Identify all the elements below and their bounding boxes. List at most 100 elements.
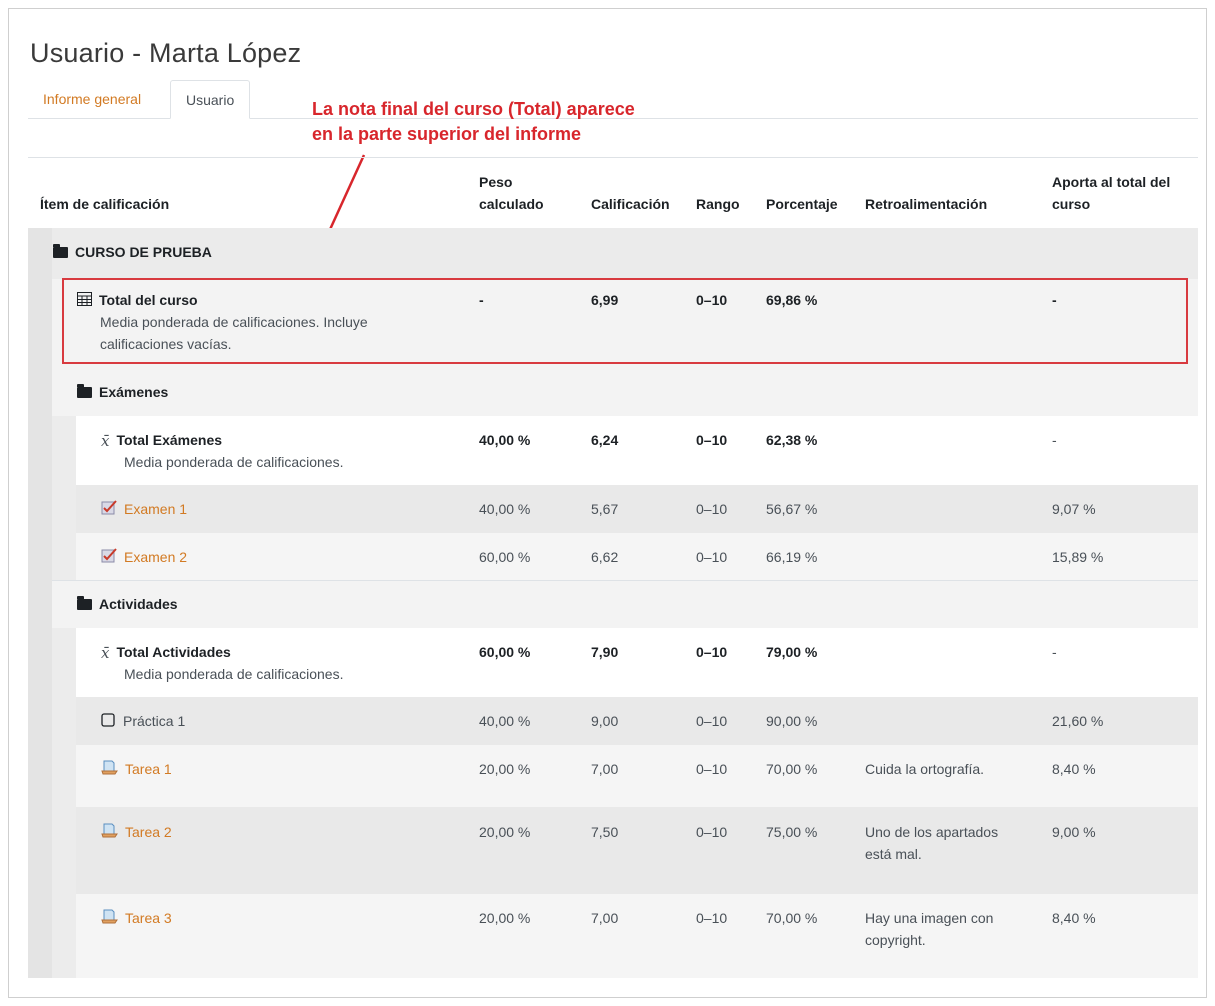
tarea2-link[interactable]: Tarea 2	[125, 824, 172, 840]
tarea2-peso: 20,00 %	[479, 824, 531, 840]
tarea2-retro-line1: Uno de los apartados	[865, 824, 999, 840]
tarea2-retro: Uno de los apartados está mal.	[865, 821, 998, 865]
tarea2-calificacion: 7,50	[591, 824, 619, 840]
tarea1-porcentaje: 70,00 %	[766, 761, 818, 777]
total-examenes-label: Total Exámenes	[116, 432, 223, 448]
row-tarea1: Tarea 1	[101, 758, 172, 781]
total-actividades-aporta: -	[1052, 644, 1057, 660]
total-actividades-calificacion: 7,90	[591, 644, 619, 660]
row-bg-examen1	[76, 485, 1198, 533]
table-top-border	[28, 157, 1198, 158]
practica1-peso: 40,00 %	[479, 713, 531, 729]
folder-icon	[77, 595, 92, 610]
total-examenes-aporta: -	[1052, 432, 1057, 448]
category-curso-label: CURSO DE PRUEBA	[75, 244, 212, 260]
subcategory-rail-examenes	[52, 416, 76, 580]
tarea3-aporta: 8,40 %	[1052, 910, 1096, 926]
page-title: Usuario - Marta López	[30, 38, 302, 68]
tarea3-rango: 0–10	[696, 910, 728, 926]
category-curso: CURSO DE PRUEBA	[53, 241, 212, 263]
col-calificacion-header: Calificación	[591, 196, 670, 212]
examen1-aporta: 9,07 %	[1052, 501, 1096, 517]
subcategory-rail-actividades	[52, 628, 76, 978]
examen2-rango: 0–10	[696, 549, 728, 565]
row-tarea2: Tarea 2	[101, 821, 172, 844]
examen1-link[interactable]: Examen 1	[124, 501, 187, 517]
practica1-calificacion: 9,00	[591, 713, 619, 729]
col-aporta-line2: curso	[1052, 196, 1091, 212]
row-bg-practica1	[76, 697, 1198, 745]
row-total-actividades: x̄ Total Actividades	[101, 641, 231, 664]
row-bg-examenes	[52, 367, 1198, 416]
category-examenes: Exámenes	[77, 381, 168, 403]
mean-icon: x̄	[101, 432, 110, 451]
tarea3-peso: 20,00 %	[479, 910, 531, 926]
tarea3-retro: Hay una imagen con copyright.	[865, 907, 993, 951]
row-examen1: Examen 1	[101, 498, 187, 521]
manual-item-icon	[101, 711, 116, 733]
col-retro-header: Retroalimentación	[865, 196, 988, 212]
category-actividades-label: Actividades	[99, 596, 178, 612]
tarea1-aporta: 8,40 %	[1052, 761, 1096, 777]
assignment-icon	[101, 822, 118, 844]
quiz-icon	[101, 499, 117, 521]
tab-informe-general[interactable]: Informe general	[28, 80, 156, 118]
examen1-peso: 40,00 %	[479, 501, 531, 517]
total-actividades-peso: 60,00 %	[479, 644, 531, 660]
tab-usuario[interactable]: Usuario	[170, 80, 251, 119]
quiz-icon	[101, 547, 117, 569]
examen2-calificacion: 6,62	[591, 549, 619, 565]
folder-icon	[53, 243, 68, 258]
total-examenes-calificacion: 6,24	[591, 432, 619, 448]
total-actividades-porcentaje: 79,00 %	[766, 644, 818, 660]
total-examenes-porcentaje: 62,38 %	[766, 432, 818, 448]
tarea3-porcentaje: 70,00 %	[766, 910, 818, 926]
row-total-examenes: x̄ Total Exámenes	[101, 429, 222, 452]
total-examenes-peso: 40,00 %	[479, 432, 531, 448]
col-aporta-header: Aporta al total del curso	[1052, 171, 1170, 215]
examen2-peso: 60,00 %	[479, 549, 531, 565]
practica1-aporta: 21,60 %	[1052, 713, 1104, 729]
col-peso-line1: Peso	[479, 174, 513, 190]
row-bg-examen2	[76, 533, 1198, 580]
tarea3-retro-line1: Hay una imagen con	[865, 910, 994, 926]
examen2-porcentaje: 66,19 %	[766, 549, 818, 565]
practica1-rango: 0–10	[696, 713, 728, 729]
tarea1-rango: 0–10	[696, 761, 728, 777]
tarea1-link[interactable]: Tarea 1	[125, 761, 172, 777]
practica1-porcentaje: 90,00 %	[766, 713, 818, 729]
tarea3-retro-line2: copyright.	[865, 932, 926, 948]
total-examenes-rango: 0–10	[696, 432, 728, 448]
tarea2-retro-line2: está mal.	[865, 846, 922, 862]
total-examenes-desc: Media ponderada de calificaciones.	[124, 454, 344, 470]
row-practica1: Práctica 1	[101, 710, 185, 733]
row-bg-actividades	[52, 580, 1198, 629]
row-bg-tarea3	[76, 894, 1198, 978]
category-actividades: Actividades	[77, 593, 178, 615]
examen1-porcentaje: 56,67 %	[766, 501, 818, 517]
tarea3-calificacion: 7,00	[591, 910, 619, 926]
category-examenes-label: Exámenes	[99, 384, 169, 400]
annotation-line-1: La nota final del curso (Total) aparece	[312, 99, 635, 119]
col-peso-header: Peso calculado	[479, 171, 544, 215]
assignment-icon	[101, 759, 118, 781]
col-porcentaje-header: Porcentaje	[766, 196, 838, 212]
annotation-callout: La nota final del curso (Total) aparece …	[312, 97, 635, 147]
folder-icon	[77, 383, 92, 398]
tarea3-link[interactable]: Tarea 3	[125, 910, 172, 926]
mean-icon: x̄	[101, 644, 110, 663]
col-item-header: Ítem de calificación	[40, 196, 170, 212]
category-rail	[28, 228, 52, 978]
tarea2-aporta: 9,00 %	[1052, 824, 1096, 840]
tarea2-porcentaje: 75,00 %	[766, 824, 818, 840]
assignment-icon	[101, 908, 118, 930]
col-aporta-line1: Aporta al total del	[1052, 174, 1171, 190]
annotation-line-2: en la parte superior del informe	[312, 124, 582, 144]
total-actividades-desc: Media ponderada de calificaciones.	[124, 666, 344, 682]
row-bg-tarea1	[76, 745, 1198, 807]
tarea1-peso: 20,00 %	[479, 761, 531, 777]
tarea2-rango: 0–10	[696, 824, 728, 840]
annotation-highlight-box	[62, 278, 1188, 364]
examen2-link[interactable]: Examen 2	[124, 549, 187, 565]
row-tarea3: Tarea 3	[101, 907, 172, 930]
